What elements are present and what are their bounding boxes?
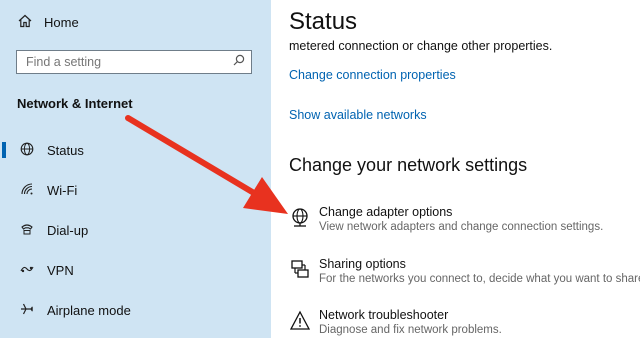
change-connection-properties-link[interactable]: Change connection properties xyxy=(289,68,456,82)
search-placeholder: Find a setting xyxy=(26,55,102,69)
sidebar-item-dial-up[interactable]: Dial-up xyxy=(0,215,271,245)
sidebar-item-airplane-mode[interactable]: Airplane mode xyxy=(0,295,271,325)
sharing-options[interactable]: Sharing options For the networks you con… xyxy=(289,257,640,295)
sharing-icon xyxy=(289,259,311,281)
status-page: Status metered connection or change othe… xyxy=(271,0,640,338)
option-description: Diagnose and fix network problems. xyxy=(319,324,502,336)
search-icon[interactable] xyxy=(233,54,245,69)
option-title: Change adapter options xyxy=(319,205,453,219)
section-title: Network & Internet xyxy=(17,96,133,111)
sidebar-item-vpn[interactable]: VPN xyxy=(0,255,271,285)
globe-icon xyxy=(18,142,36,159)
settings-sidebar: Home Find a setting Network & Internet S… xyxy=(0,0,271,338)
airplane-icon xyxy=(18,302,36,319)
phone-icon xyxy=(18,222,36,239)
option-title: Network troubleshooter xyxy=(319,308,449,322)
home-nav-item[interactable]: Home xyxy=(18,14,79,31)
option-title: Sharing options xyxy=(319,257,406,271)
sidebar-item-status[interactable]: Status xyxy=(0,135,271,165)
search-input[interactable]: Find a setting xyxy=(16,50,252,74)
home-label: Home xyxy=(44,15,79,30)
wifi-icon xyxy=(18,182,36,199)
sidebar-item-label: Dial-up xyxy=(47,222,89,238)
option-description: View network adapters and change connect… xyxy=(319,221,604,233)
active-indicator xyxy=(2,142,6,158)
vpn-icon xyxy=(18,262,36,279)
change-adapter-options[interactable]: Change adapter options View network adap… xyxy=(289,205,634,243)
show-available-networks-link[interactable]: Show available networks xyxy=(289,108,427,122)
adapter-icon xyxy=(289,207,311,229)
sidebar-item-label: Status xyxy=(47,142,84,158)
sidebar-item-wifi[interactable]: Wi-Fi xyxy=(0,175,271,205)
metered-connection-text: metered connection or change other prope… xyxy=(289,39,553,53)
sidebar-item-label: VPN xyxy=(47,262,74,278)
sidebar-item-label: Wi-Fi xyxy=(47,182,78,198)
sidebar-item-label: Airplane mode xyxy=(47,302,131,318)
section-heading: Change your network settings xyxy=(289,155,528,175)
network-troubleshooter[interactable]: Network troubleshooter Diagnose and fix … xyxy=(289,308,634,346)
page-title: Status xyxy=(289,8,358,35)
warning-icon xyxy=(289,310,311,332)
option-description: For the networks you connect to, decide … xyxy=(319,273,640,285)
home-icon xyxy=(18,14,32,31)
